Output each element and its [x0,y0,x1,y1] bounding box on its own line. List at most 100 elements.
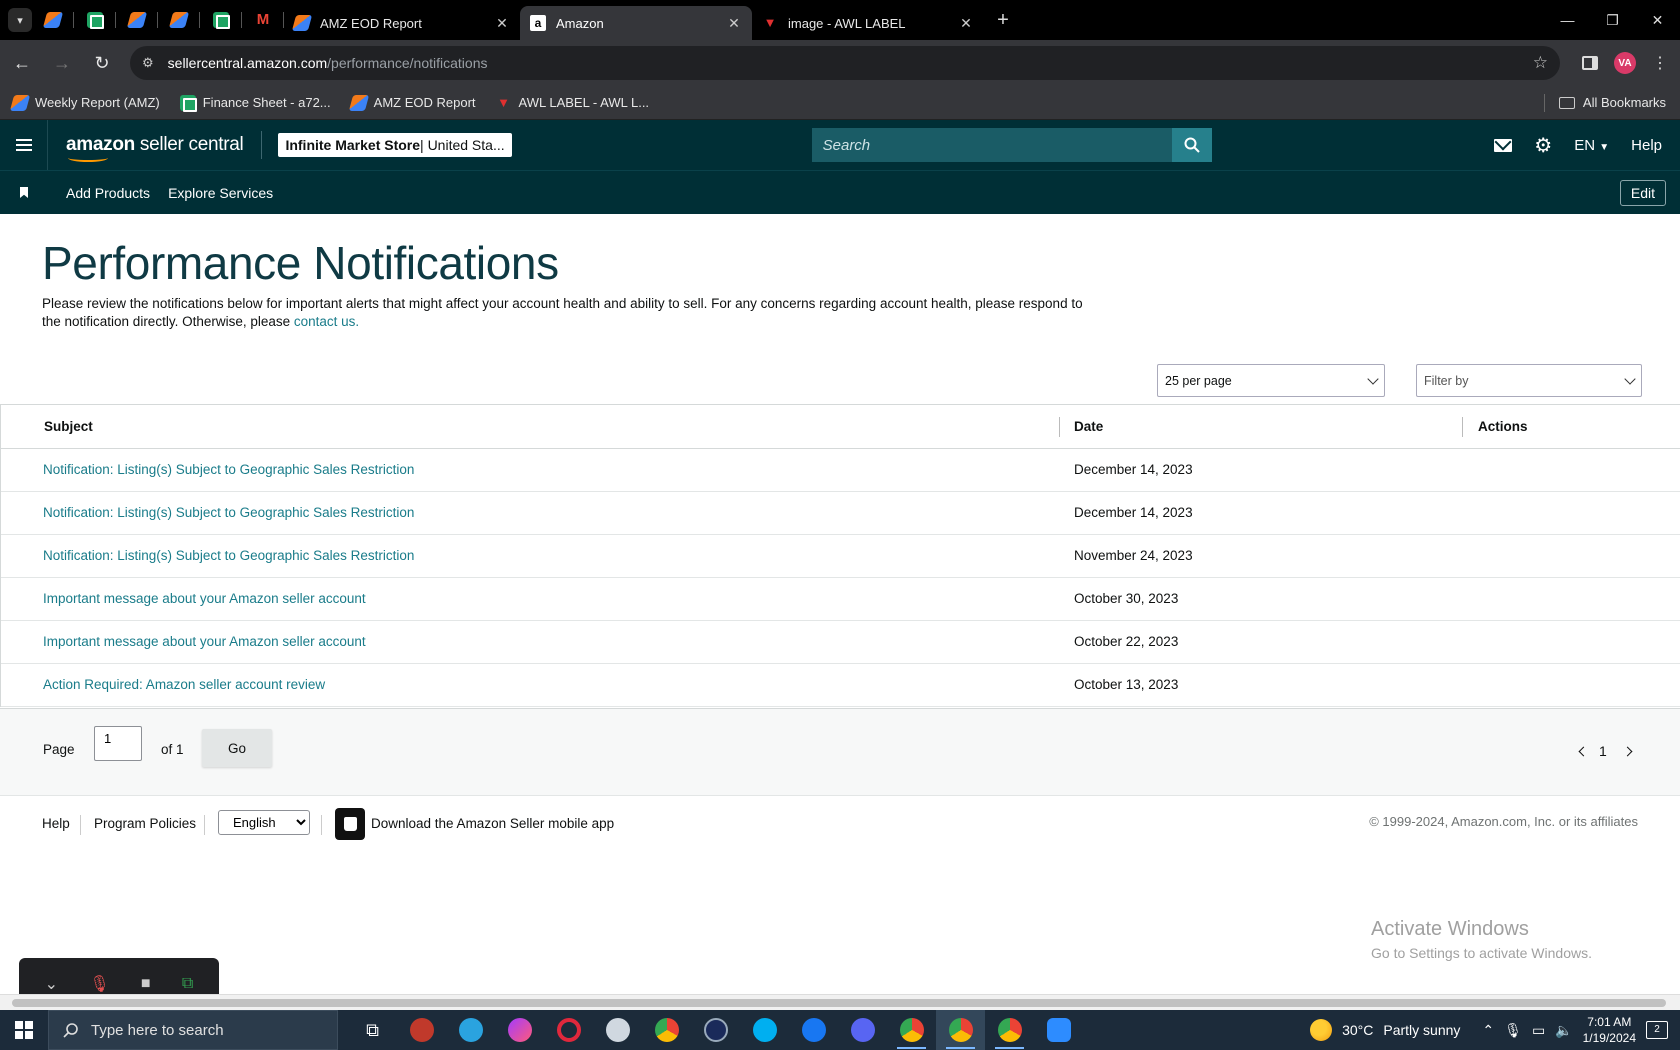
tab-awl-label[interactable]: ▼ image - AWL LABEL ✕ [752,6,984,40]
go-button[interactable]: Go [202,729,272,767]
seller-central-logo[interactable]: amazon seller central [66,134,244,162]
search-button[interactable] [1171,128,1212,162]
bookmark-awl-label[interactable]: ▼ AWL LABEL - AWL L... [496,95,649,111]
collapse-chevron-icon[interactable]: ⌄ [45,974,58,994]
scrollbar-thumb[interactable] [12,999,1666,1007]
pinned-tab-5[interactable] [200,0,242,40]
tab-search-icon[interactable]: ▾ [8,8,32,32]
help-link[interactable]: Help [1631,137,1662,154]
site-info-icon[interactable]: ⚙ [142,55,154,71]
hamburger-menu-icon[interactable] [0,120,48,170]
notification-subject-link[interactable]: Notification: Listing(s) Subject to Geog… [43,548,414,563]
column-divider[interactable] [1059,417,1060,437]
footer-help-link[interactable]: Help [42,816,70,831]
contact-us-link[interactable]: contact us. [294,314,359,329]
pinned-tab-4[interactable] [158,0,200,40]
microphone-icon[interactable]: 🎙 [1504,1022,1522,1039]
bookmark-finance-sheet[interactable]: Finance Sheet - a72... [179,94,331,112]
notification-subject-link[interactable]: Important message about your Amazon sell… [43,634,366,649]
back-icon[interactable]: ← [4,45,40,81]
horizontal-scrollbar[interactable] [0,994,1680,1010]
gear-icon[interactable]: ⚙ [1534,133,1552,158]
notification-subject-link[interactable]: Notification: Listing(s) Subject to Geog… [43,462,414,477]
store-selector[interactable]: Infinite Market Store | United Sta... [278,133,512,157]
amazon-seller-app-icon[interactable] [335,808,365,840]
chrome-icon[interactable] [642,1010,691,1050]
nav-add-products[interactable]: Add Products [66,185,150,201]
restore-icon[interactable]: ❐ [1590,0,1635,40]
language-selector[interactable]: EN ▼ [1574,137,1609,154]
filter-select[interactable]: Filter by [1416,364,1642,397]
notification-subject-link[interactable]: Important message about your Amazon sell… [43,591,366,606]
clock-app-icon[interactable] [691,1010,740,1050]
chevron-right-icon[interactable] [1622,746,1633,757]
tab-amz-eod-report[interactable]: AMZ EOD Report ✕ [284,6,520,40]
current-page-number[interactable]: 1 [1599,743,1607,759]
per-page-select[interactable]: 25 per page [1157,364,1385,397]
footer-language-select[interactable]: English [218,810,310,835]
pinned-tab-1[interactable] [32,0,74,40]
temperature[interactable]: 30°C [1342,1022,1373,1038]
tab-amazon[interactable]: a Amazon ✕ [520,6,752,40]
reload-icon[interactable]: ↻ [84,45,120,81]
messenger-icon[interactable] [495,1010,544,1050]
mail-icon[interactable] [1494,138,1513,152]
discord-icon[interactable] [838,1010,887,1050]
network-icon[interactable]: ▭ [1532,1022,1545,1039]
chrome-profile-w-icon[interactable] [887,1010,936,1050]
spark-icon [291,15,313,31]
column-divider[interactable] [1462,417,1463,437]
nav-explore-services[interactable]: Explore Services [168,185,273,201]
share-screen-icon[interactable]: ⧉ [182,975,193,993]
pinned-tab-2[interactable] [74,0,116,40]
camera-icon[interactable]: ■ [141,975,151,993]
microphone-muted-icon[interactable]: 🎙 [89,974,109,994]
start-button[interactable] [0,1021,48,1039]
system-clock[interactable]: 7:01 AM 1/19/2024 [1583,1014,1636,1046]
page-number-input[interactable] [94,726,142,761]
bookmark-amz-eod[interactable]: AMZ EOD Report [348,94,476,111]
app-icon-2[interactable] [593,1010,642,1050]
chrome-profile-va-icon[interactable] [936,1010,985,1050]
new-tab-icon[interactable]: + [988,9,1018,32]
notification-subject-link[interactable]: Notification: Listing(s) Subject to Geog… [43,505,414,520]
edit-button[interactable]: Edit [1619,179,1666,206]
opera-icon[interactable] [544,1010,593,1050]
notification-center-icon[interactable]: 2 [1646,1021,1668,1039]
skype-icon[interactable] [740,1010,789,1050]
menu-kebab-icon[interactable]: ⋮ [1652,53,1668,73]
download-app-link[interactable]: Download the Amazon Seller mobile app [371,816,614,831]
search-input[interactable] [811,128,1172,162]
column-header-subject[interactable]: Subject [44,419,93,434]
app-icon-1[interactable] [397,1010,446,1050]
chevron-left-icon[interactable] [1578,746,1589,757]
profile-avatar[interactable]: VA [1614,52,1636,74]
bookmark-star-icon[interactable]: ☆ [1533,53,1548,73]
pinned-tab-6[interactable]: M [242,0,284,40]
bookmark-weekly-report[interactable]: Weekly Report (AMZ) [9,94,160,111]
task-view-icon[interactable]: ⧉ [348,1010,397,1050]
side-panel-icon[interactable] [1582,56,1598,70]
weather-text[interactable]: Partly sunny [1383,1022,1460,1038]
address-bar[interactable]: ⚙ sellercentral.amazon.com/performance/n… [130,46,1560,80]
bookmark-icon[interactable] [20,187,28,198]
zoom-icon[interactable] [1034,1010,1083,1050]
facebook-icon[interactable] [789,1010,838,1050]
all-bookmarks[interactable]: All Bookmarks [1543,93,1666,112]
program-policies-link[interactable]: Program Policies [94,816,196,831]
close-icon[interactable]: ✕ [726,15,742,32]
minimize-icon[interactable]: — [1545,0,1590,40]
close-icon[interactable]: ✕ [958,15,974,32]
column-header-date[interactable]: Date [1074,419,1103,434]
close-window-icon[interactable]: ✕ [1635,0,1680,40]
weather-icon[interactable] [1310,1019,1333,1041]
telegram-icon[interactable] [446,1010,495,1050]
volume-icon[interactable]: 🔈 [1555,1022,1572,1039]
taskbar-search[interactable]: Type here to search [48,1010,338,1050]
forward-icon[interactable]: → [44,45,80,81]
chrome-profile-s-icon[interactable] [985,1010,1034,1050]
close-icon[interactable]: ✕ [494,15,510,32]
pinned-tab-3[interactable] [116,0,158,40]
notification-subject-link[interactable]: Action Required: Amazon seller account r… [43,677,325,692]
chevron-up-icon[interactable]: ⌃ [1482,1022,1494,1039]
